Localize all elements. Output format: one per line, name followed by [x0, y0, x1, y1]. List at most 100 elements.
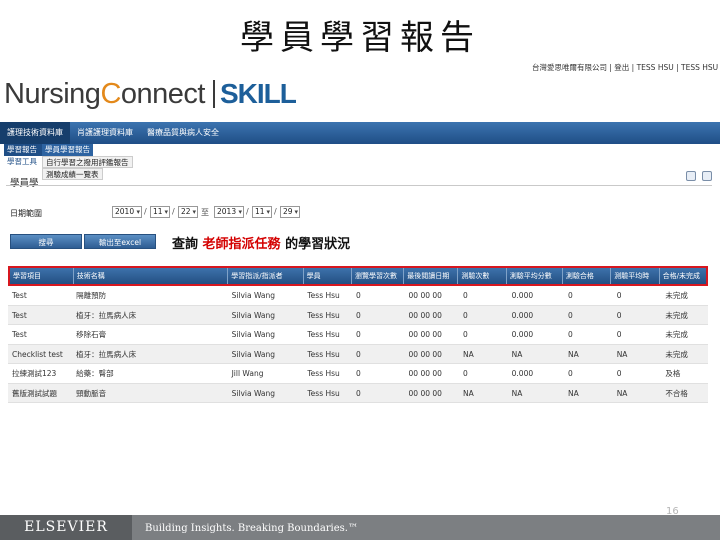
table-cell: 0 — [463, 310, 468, 320]
table-cell: Tess Hsu — [307, 349, 340, 359]
submenu-item-self-study-report[interactable]: 自行學習之撥用評鑑報告 — [42, 156, 133, 168]
table-cell: 0 — [616, 310, 622, 320]
column-header[interactable]: 最後閱讀日期 — [404, 268, 459, 284]
table-cell: Checklist test — [12, 349, 63, 359]
table-cell: 頸動脈音 — [76, 388, 107, 398]
table-cell: 0 — [568, 310, 573, 320]
date-range-label: 日期範圍 — [10, 209, 42, 218]
search-button[interactable]: 搜尋 — [10, 234, 82, 249]
table-cell: 0.000 — [511, 369, 534, 378]
nursingconnect-wordmark: NursingConnect — [4, 77, 205, 110]
table-row[interactable]: Test 移除石膏 Silvia Wang Tess Hsu 0 00 00 00 0 0.0… — [8, 325, 708, 345]
elsevier-logo: ELSEVIER — [0, 515, 132, 540]
column-header[interactable]: 測驗平均分數 — [507, 268, 563, 284]
table-cell: 植牙：拉馬病人床 — [76, 349, 137, 359]
top-links[interactable]: 台灣愛思唯爾有限公司 | 登出 | TESS HSU | TESS HSU | … — [532, 62, 720, 73]
column-header[interactable]: 學習項目 — [10, 268, 74, 284]
table-cell: 隔離預防 — [76, 291, 107, 300]
table-cell: Silvia Wang — [231, 291, 276, 300]
table-cell: Silvia Wang — [231, 330, 276, 339]
table-cell: 0.000 — [511, 310, 534, 320]
print-icon[interactable] — [702, 171, 712, 181]
column-header[interactable]: 瀏覽學習次數 — [352, 268, 405, 284]
from-year-select[interactable]: 2010 — [112, 206, 142, 218]
submenu-item-learning-report[interactable]: 學習報告 — [4, 144, 42, 156]
table-cell: 給藥：臀部 — [76, 369, 114, 378]
table-cell: 移除石膏 — [76, 330, 107, 339]
column-header[interactable]: 技術名稱 — [74, 268, 229, 284]
column-header[interactable]: 測驗次數 — [458, 268, 507, 284]
table-cell: 0 — [463, 330, 468, 339]
table-cell: 0 — [356, 330, 361, 339]
table-cell: 00 00 00 — [408, 349, 442, 359]
column-header[interactable]: 學習指派/指派者 — [228, 268, 304, 284]
table-cell: 0 — [463, 369, 468, 378]
table-cell: 0 — [616, 330, 622, 339]
page-heading: 學員學 — [10, 178, 39, 189]
main-menubar: 護理技術資料庫 肖護護理資料庫 醫療品質與病人安全 — [0, 122, 720, 144]
table-cell: Tess Hsu — [307, 388, 340, 398]
table-row[interactable]: 拉練測試123 給藥：臀部 Jill Wang Tess Hsu 0 00 00 00 0 0… — [8, 364, 708, 384]
column-header[interactable]: 測驗平均時 — [611, 268, 660, 284]
table-cell: NA — [511, 388, 523, 398]
table-cell: 00 00 00 — [408, 330, 442, 339]
table-row[interactable]: 舊版測試試題 頸動脈音 Silvia Wang Tess Hsu 0 00 00 00 NA… — [8, 383, 708, 403]
table-cell: Test — [12, 291, 27, 300]
table-cell: 0 — [356, 291, 361, 300]
date-slash: / — [144, 207, 147, 216]
table-cell: 00 00 00 — [408, 310, 442, 320]
to-day-select[interactable]: 29 — [280, 206, 300, 218]
from-month-select[interactable]: 11 — [150, 206, 170, 218]
divider — [6, 185, 712, 186]
table-cell: Tess Hsu — [307, 330, 340, 339]
column-header[interactable]: 測驗合格 — [563, 268, 612, 284]
table-cell: 0 — [356, 388, 361, 398]
submenu-item-learning-tools[interactable]: 學習工具 — [4, 156, 42, 168]
table-cell: Silvia Wang — [231, 388, 276, 398]
table-cell: NA — [463, 388, 474, 398]
column-header[interactable]: 學員 — [304, 268, 353, 284]
column-header[interactable]: 合格/未完成 — [660, 268, 706, 284]
table-cell: Jill Wang — [231, 369, 264, 378]
table-row[interactable]: Test 隔離預防 Silvia Wang Tess Hsu 0 00 00 00 0 0.0… — [8, 286, 708, 306]
submenu-row: 學習報告 學員學習報告 — [4, 144, 133, 156]
table-cell: Silvia Wang — [231, 310, 276, 320]
table-body: Test 隔離預防 Silvia Wang Tess Hsu 0 00 00 00 0 0.0… — [8, 286, 708, 403]
table-row[interactable]: Test 植牙：拉馬病人床 Silvia Wang Tess Hsu 0 00 00 00… — [8, 305, 708, 325]
export-excel-button[interactable]: 輸出至excel — [84, 234, 156, 249]
table-cell: NA — [616, 349, 628, 359]
skill-wordmark: SKILL — [219, 78, 297, 109]
table-cell: Tess Hsu — [307, 369, 340, 378]
menu-item-quality-safety[interactable]: 醫療品質與病人安全 — [140, 122, 226, 144]
to-year-select[interactable]: 2013 — [214, 206, 244, 218]
nursingconnect-skill-logo: NursingConnect SKILL — [4, 76, 297, 112]
table-cell: NA — [568, 388, 579, 398]
table-cell: 未完成 — [665, 291, 688, 300]
table-cell: Silvia Wang — [231, 349, 276, 359]
table-cell: 0 — [568, 291, 573, 300]
table-cell: 0 — [356, 349, 361, 359]
table-cell: 植牙：拉馬病人床 — [76, 310, 137, 320]
from-day-select[interactable]: 22 — [178, 206, 198, 218]
footer-slogan: Building Insights. Breaking Boundaries.™ — [145, 523, 358, 534]
table-cell: NA — [511, 349, 523, 359]
table-cell: 00 00 00 — [408, 369, 442, 378]
table-cell: 0 — [616, 291, 622, 300]
submenu-item-test-scores[interactable]: 測驗成績一覽表 — [42, 168, 103, 180]
query-suffix: 的學習狀況 — [285, 237, 351, 252]
submenu-item-student-report[interactable]: 學員學習報告 — [42, 144, 93, 156]
table-cell: NA — [568, 349, 579, 359]
query-annotation: 查詢 老師指派任務 的學習狀況 — [172, 233, 350, 252]
refresh-icon[interactable] — [686, 171, 696, 181]
to-month-select[interactable]: 11 — [252, 206, 272, 218]
submenu-row: 學習工具 自行學習之撥用評鑑報告 — [4, 156, 133, 168]
app-window: 護理技術資料庫 肖護護理資料庫 醫療品質與病人安全 學習報告 學員學習報告 學習… — [0, 122, 720, 406]
table-cell: 0 — [463, 291, 468, 300]
table-cell: NA — [463, 349, 474, 359]
table-cell: 0 — [568, 369, 573, 378]
date-slash: / — [172, 207, 175, 216]
menu-item-nursing-resources[interactable]: 肖護護理資料庫 — [70, 122, 140, 144]
table-cell: 0 — [568, 330, 573, 339]
table-row[interactable]: Checklist test 植牙：拉馬病人床 Silvia Wang Tess Hs… — [8, 344, 708, 364]
menu-item-nursing-skills[interactable]: 護理技術資料庫 — [0, 122, 70, 144]
